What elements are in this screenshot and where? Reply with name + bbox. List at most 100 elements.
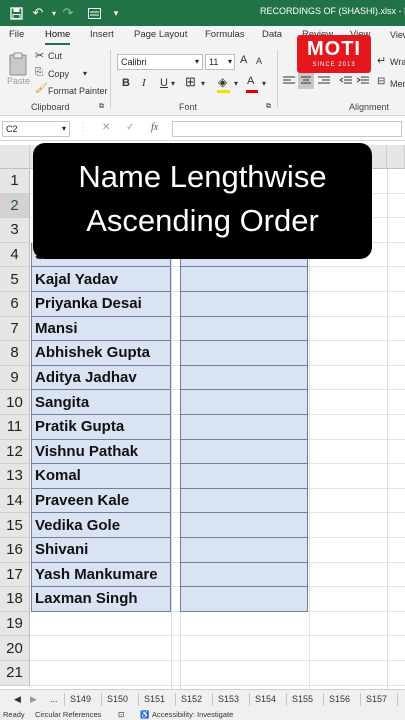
- cut-label[interactable]: Cut: [48, 51, 62, 61]
- sheet-tab[interactable]: S153: [218, 694, 239, 704]
- column-header-e[interactable]: [387, 145, 405, 169]
- row-header[interactable]: 13: [0, 464, 30, 489]
- italic-button[interactable]: I: [142, 77, 146, 89]
- customize-icon[interactable]: ▾: [108, 5, 124, 21]
- result-cell[interactable]: [180, 316, 308, 342]
- font-color-button[interactable]: A: [247, 75, 254, 87]
- copy-label[interactable]: Copy: [48, 69, 69, 79]
- paste-label[interactable]: Paste: [7, 76, 30, 86]
- name-cell[interactable]: Shivani: [31, 538, 171, 563]
- copy-dropdown-icon[interactable]: ▾: [83, 69, 87, 78]
- bold-button[interactable]: B: [122, 77, 130, 89]
- fill-color-icon[interactable]: ◈: [218, 75, 227, 89]
- grow-font-icon[interactable]: A: [240, 54, 247, 66]
- row-header[interactable]: 4: [0, 242, 30, 268]
- name-cell[interactable]: Abhishek Gupta: [31, 341, 171, 366]
- formula-input[interactable]: [172, 121, 402, 137]
- merge-icon[interactable]: ⊟: [377, 76, 385, 87]
- row-header[interactable]: 21: [0, 661, 30, 686]
- sheet-tab[interactable]: S157: [366, 694, 387, 704]
- decrease-indent-icon[interactable]: [339, 76, 352, 86]
- sheet-tab[interactable]: S149: [70, 694, 91, 704]
- clipboard-launcher-icon[interactable]: ⧉: [99, 103, 104, 111]
- chevron-down-icon[interactable]: ▾: [262, 79, 266, 88]
- row-header[interactable]: 20: [0, 636, 30, 661]
- row-header[interactable]: 7: [0, 316, 30, 342]
- name-cell[interactable]: Sangita: [31, 390, 171, 415]
- status-accessibility[interactable]: Accessibility: Investigate: [152, 710, 233, 719]
- redo-icon[interactable]: ↷: [60, 5, 76, 21]
- result-cell[interactable]: [180, 488, 308, 514]
- result-cell[interactable]: [180, 390, 308, 415]
- font-launcher-icon[interactable]: ⧉: [266, 103, 271, 111]
- format-painter-icon[interactable]: 🖌: [35, 83, 48, 94]
- save-icon[interactable]: [8, 5, 24, 21]
- align-right-icon[interactable]: [318, 76, 330, 86]
- name-cell[interactable]: Praveen Kale: [31, 488, 171, 514]
- result-cell[interactable]: [180, 292, 308, 317]
- row-header[interactable]: 1: [0, 169, 30, 194]
- sheet-tab[interactable]: S150: [107, 694, 128, 704]
- name-cell[interactable]: Priyanka Desai: [31, 292, 171, 317]
- cancel-icon[interactable]: ✕: [102, 122, 110, 133]
- select-all-corner[interactable]: [0, 145, 30, 169]
- accessibility-icon[interactable]: ♿: [140, 710, 149, 719]
- merge-label[interactable]: Mer: [390, 79, 405, 89]
- font-size-select[interactable]: 11 ▾: [205, 54, 235, 70]
- result-cell[interactable]: [180, 439, 308, 465]
- row-header[interactable]: 12: [0, 439, 30, 465]
- name-cell[interactable]: Pratik Gupta: [31, 415, 171, 440]
- sheet-tab[interactable]: ...: [50, 694, 58, 704]
- next-sheet-icon[interactable]: ▶: [30, 694, 37, 705]
- chevron-down-icon[interactable]: ▾: [234, 79, 238, 88]
- name-cell[interactable]: Vedika Gole: [31, 513, 171, 538]
- row-header[interactable]: 5: [0, 267, 30, 292]
- cut-icon[interactable]: ✂: [35, 49, 44, 62]
- tab-formulas[interactable]: Formulas: [205, 29, 245, 40]
- copy-icon[interactable]: ⎘: [35, 67, 43, 78]
- row-header[interactable]: 10: [0, 390, 30, 415]
- tab-view-partial[interactable]: View: [390, 30, 405, 40]
- insert-function-icon[interactable]: fx: [151, 122, 158, 133]
- undo-icon[interactable]: ↶: [30, 5, 46, 21]
- font-name-select[interactable]: Calibri ▾: [117, 54, 203, 70]
- row-header[interactable]: 18: [0, 587, 30, 612]
- wrap-text-icon[interactable]: ↵: [377, 54, 386, 67]
- name-cell[interactable]: Vishnu Pathak: [31, 439, 171, 465]
- borders-icon[interactable]: ⊞: [185, 74, 196, 90]
- row-header[interactable]: 3: [0, 218, 30, 243]
- row-header[interactable]: 11: [0, 415, 30, 440]
- result-cell[interactable]: [180, 267, 308, 292]
- sheet-tab[interactable]: S152: [181, 694, 202, 704]
- enter-icon[interactable]: ✓: [126, 122, 134, 133]
- tab-page-layout[interactable]: Page Layout: [134, 29, 187, 40]
- chevron-down-icon[interactable]: ▾: [171, 79, 175, 88]
- result-cell[interactable]: [180, 341, 308, 366]
- tab-insert[interactable]: Insert: [90, 29, 114, 40]
- increase-indent-icon[interactable]: [356, 76, 369, 86]
- name-cell[interactable]: Komal: [31, 464, 171, 489]
- result-cell[interactable]: [180, 538, 308, 563]
- result-cell[interactable]: [180, 415, 308, 440]
- name-cell[interactable]: Laxman Singh: [31, 587, 171, 612]
- name-box[interactable]: C2 ▾: [2, 121, 70, 137]
- row-header[interactable]: 9: [0, 365, 30, 391]
- row-header[interactable]: 14: [0, 488, 30, 514]
- name-cell[interactable]: Aditya Jadhav: [31, 365, 171, 391]
- sheet-tab[interactable]: S156: [329, 694, 350, 704]
- tab-data[interactable]: Data: [262, 29, 282, 40]
- row-header[interactable]: 16: [0, 538, 30, 563]
- row-header[interactable]: 17: [0, 562, 30, 588]
- result-cell[interactable]: [180, 587, 308, 612]
- tab-file[interactable]: File: [9, 29, 24, 40]
- status-circular-references[interactable]: Circular References: [35, 710, 101, 719]
- row-header[interactable]: 15: [0, 513, 30, 538]
- sheet-tab[interactable]: S155: [292, 694, 313, 704]
- result-cell[interactable]: [180, 562, 308, 588]
- row-header[interactable]: 2: [0, 193, 30, 219]
- row-header[interactable]: 6: [0, 292, 30, 317]
- result-cell[interactable]: [180, 365, 308, 391]
- sheet-tab[interactable]: S154: [255, 694, 276, 704]
- tab-home[interactable]: Home: [45, 29, 71, 45]
- result-cell[interactable]: [180, 464, 308, 489]
